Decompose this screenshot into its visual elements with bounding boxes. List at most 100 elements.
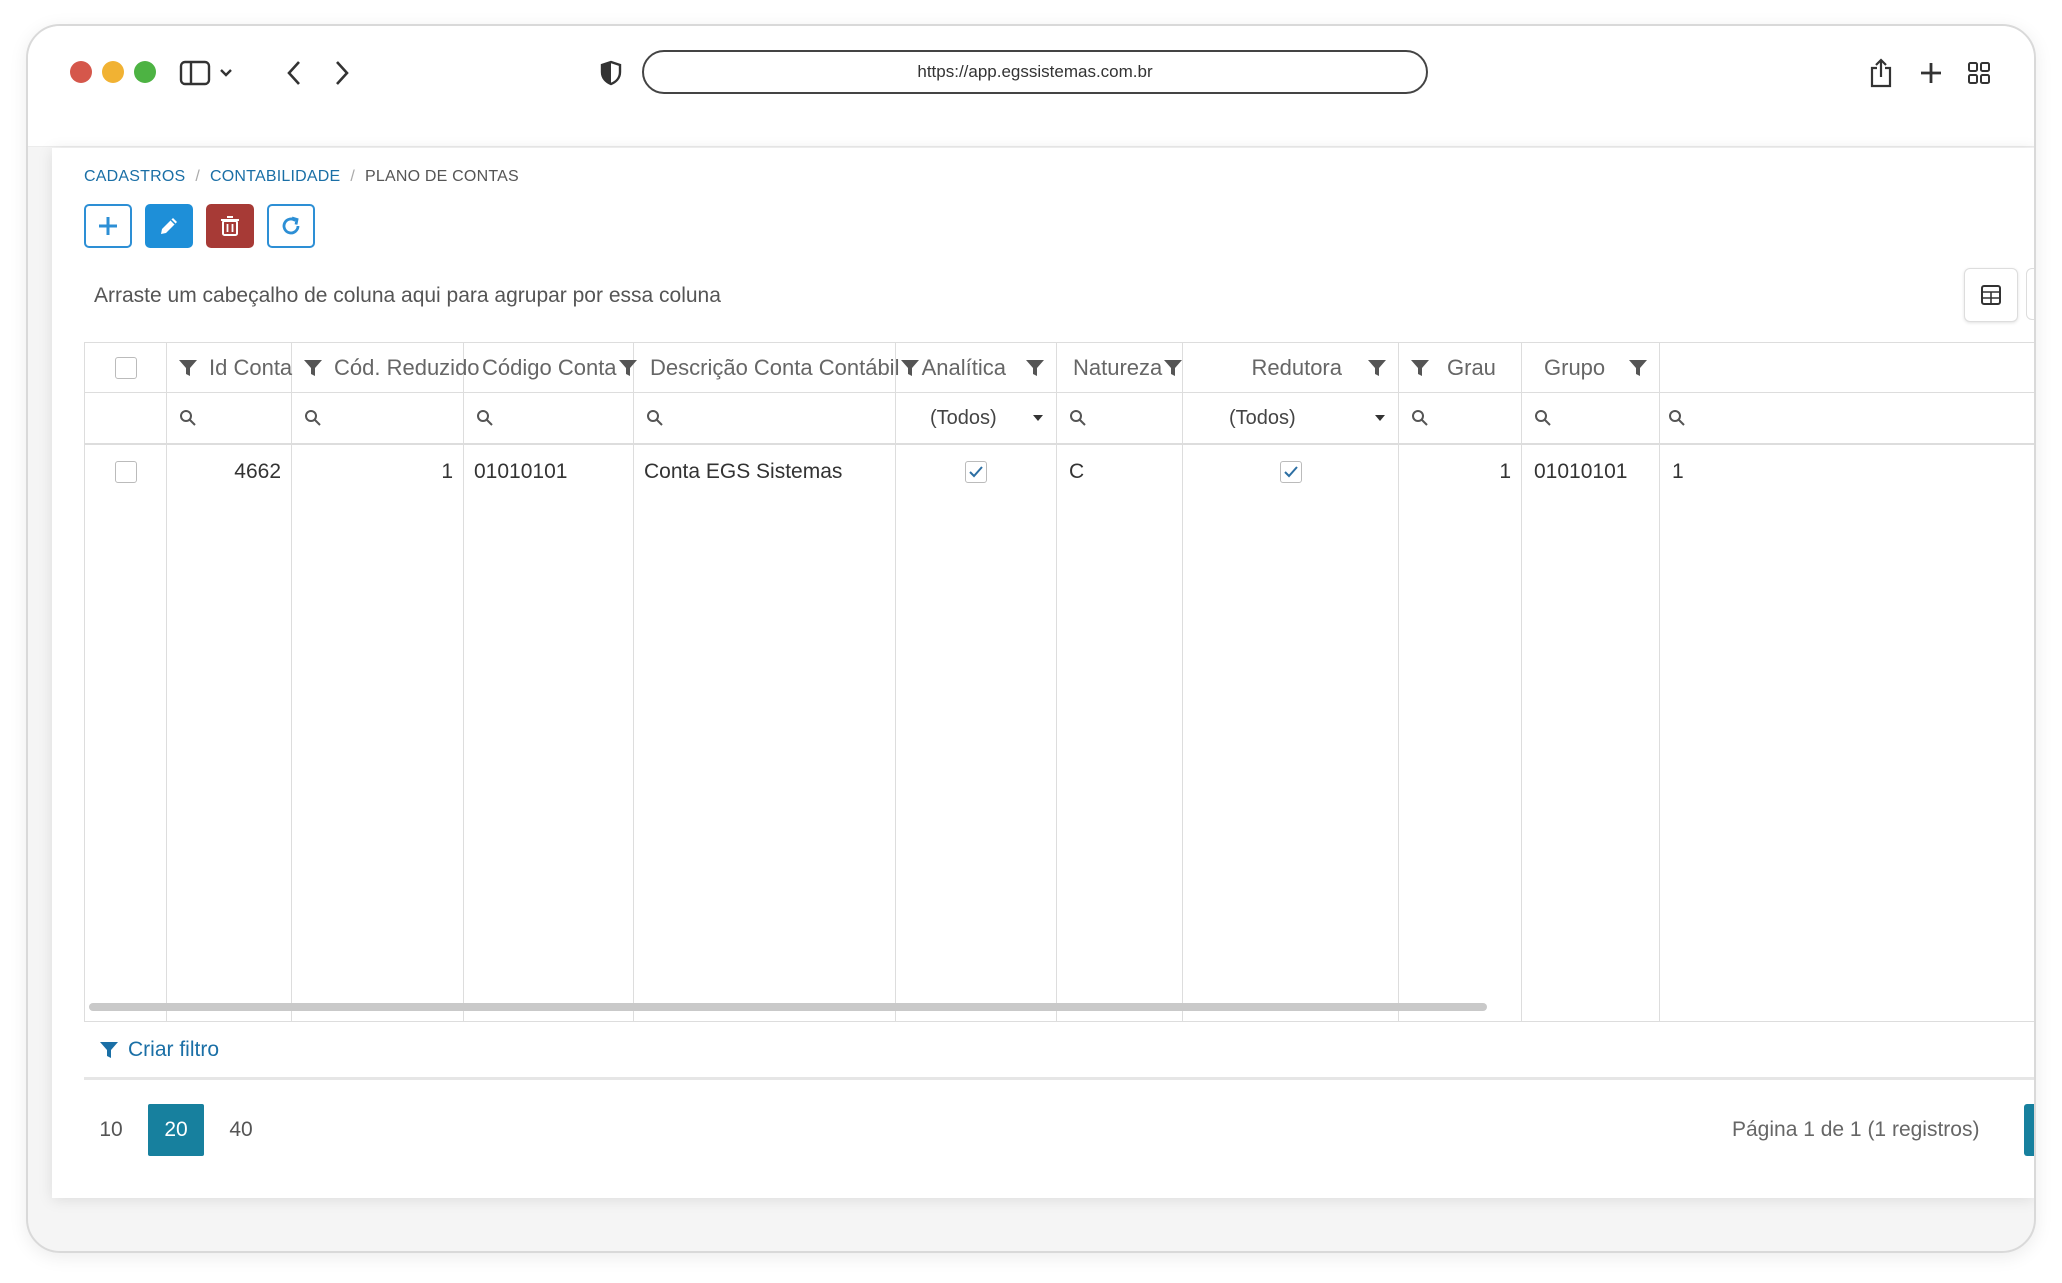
row-select-cell <box>85 445 166 499</box>
filter-next-partial[interactable] <box>1660 393 2034 445</box>
filter-icon[interactable] <box>1409 357 1431 379</box>
header-label: Código Conta <box>482 354 617 380</box>
header-label: Grau <box>1447 354 1496 380</box>
cell-descricao[interactable]: Conta EGS Sistemas <box>634 445 895 499</box>
cell-grau[interactable]: 1 <box>1399 445 1521 499</box>
header-label: Id Conta <box>209 354 293 380</box>
add-button[interactable] <box>84 204 132 248</box>
page-size-20[interactable]: 20 <box>148 1104 204 1156</box>
filter-natureza[interactable] <box>1057 393 1182 445</box>
horizontal-scrollbar[interactable] <box>89 1003 1487 1011</box>
header-label: Redutora <box>1251 354 1342 380</box>
column-natureza: Natureza C <box>1057 343 1183 1021</box>
caret-down-icon <box>1375 415 1385 421</box>
page-content: CADASTROS / CONTABILIDADE / PLANO DE CONTAS … <box>52 148 2034 1198</box>
header-id-conta[interactable]: Id Conta <box>167 343 293 393</box>
breadcrumb-cadastros[interactable]: CADASTROS <box>84 168 185 185</box>
header-redutora[interactable]: Redutora <box>1183 343 1398 393</box>
column-chooser-button[interactable] <box>2026 268 2036 320</box>
url-bar[interactable]: https://app.egssistemas.com.br <box>642 50 1428 94</box>
header-cod-reduzido[interactable]: Cód. Reduzido <box>292 343 480 393</box>
filter-icon[interactable] <box>1627 357 1649 379</box>
filter-grau[interactable] <box>1399 393 1521 445</box>
search-icon <box>1411 409 1429 427</box>
filter-analitica-select[interactable]: (Todos) <box>896 393 1056 445</box>
sidebar-toggle-button[interactable] <box>178 56 238 90</box>
column-id-conta: Id Conta 4662 <box>167 343 292 1021</box>
filter-icon[interactable] <box>1024 357 1046 379</box>
column-next-partial: 1 <box>1660 343 2034 1021</box>
new-tab-button[interactable] <box>1916 56 1946 90</box>
trash-icon <box>221 216 239 236</box>
chevron-left-icon <box>287 61 300 85</box>
tab-overview-button[interactable] <box>1964 56 1994 90</box>
cell-cod-reduzido[interactable]: 1 <box>292 445 463 499</box>
privacy-shield-icon[interactable] <box>598 56 624 90</box>
share-button[interactable] <box>1866 56 1896 90</box>
refresh-button[interactable] <box>267 204 315 248</box>
sidebar-icon <box>179 60 232 86</box>
cell-codigo-conta[interactable]: 01010101 <box>464 445 633 499</box>
filter-builder-bar[interactable]: Criar filtro <box>84 1022 2034 1080</box>
column-codigo-conta: Código Conta 01010101 <box>464 343 637 1021</box>
page-size-40[interactable]: 40 <box>222 1104 260 1156</box>
forward-button[interactable] <box>328 56 356 90</box>
back-button[interactable] <box>280 56 308 90</box>
cell-next-partial[interactable]: 1 <box>1660 445 2034 499</box>
column-cod-reduzido: Cód. Reduzido 1 <box>292 343 480 1021</box>
filter-icon[interactable] <box>1162 357 1184 379</box>
redutora-checkbox[interactable] <box>1279 461 1302 483</box>
page-size-10[interactable]: 10 <box>92 1104 130 1156</box>
close-window-button[interactable] <box>70 61 92 83</box>
header-codigo-conta[interactable]: Código Conta <box>464 343 637 393</box>
select-value: (Todos) <box>930 406 997 429</box>
header-next-partial[interactable] <box>1660 343 2034 393</box>
cell-id-conta[interactable]: 4662 <box>167 445 291 499</box>
maximize-window-button[interactable] <box>134 61 156 83</box>
filter-icon[interactable] <box>177 357 199 379</box>
filter-icon[interactable] <box>1366 357 1388 379</box>
columns-icon <box>2035 283 2036 305</box>
search-icon <box>179 409 197 427</box>
export-excel-button[interactable] <box>1964 268 2018 322</box>
edit-button[interactable] <box>145 204 193 248</box>
filter-descricao[interactable] <box>634 393 895 445</box>
filter-cod-reduzido[interactable] <box>292 393 463 445</box>
column-redutora: Redutora (Todos) <box>1183 343 1399 1021</box>
row-checkbox[interactable] <box>114 461 137 483</box>
filter-grupo[interactable] <box>1522 393 1659 445</box>
filter-icon <box>98 1039 120 1061</box>
minimize-window-button[interactable] <box>102 61 124 83</box>
breadcrumb-separator: / <box>195 168 201 185</box>
filter-id-conta[interactable] <box>167 393 291 445</box>
browser-toolbar: https://app.egssistemas.com.br <box>28 26 2034 147</box>
create-filter-link[interactable]: Criar filtro <box>128 1038 219 1062</box>
search-icon <box>646 409 664 427</box>
page-button-partial[interactable] <box>2024 1104 2034 1156</box>
filter-icon[interactable] <box>302 357 324 379</box>
header-label: Grupo <box>1544 354 1606 380</box>
select-all-checkbox[interactable] <box>114 356 137 379</box>
cell-analitica <box>896 445 1056 499</box>
header-analitica[interactable]: Analítica <box>896 343 1056 393</box>
select-filter-cell <box>85 393 166 445</box>
browser-window: https://app.egssistemas.com.br CADASTROS… <box>26 24 2036 1253</box>
plus-icon <box>1921 63 1941 83</box>
cell-natureza[interactable]: C <box>1057 445 1182 499</box>
group-panel-hint[interactable]: Arraste um cabeçalho de coluna aqui para… <box>94 284 721 308</box>
delete-button[interactable] <box>206 204 254 248</box>
header-natureza[interactable]: Natureza <box>1057 343 1184 393</box>
check-icon <box>1283 466 1298 478</box>
breadcrumb-current: PLANO DE CONTAS <box>365 168 519 185</box>
breadcrumb-contabilidade[interactable]: CONTABILIDADE <box>210 168 340 185</box>
header-grau[interactable]: Grau <box>1399 343 1521 393</box>
header-grupo[interactable]: Grupo <box>1522 343 1659 393</box>
analitica-checkbox[interactable] <box>965 461 987 483</box>
filter-codigo-conta[interactable] <box>464 393 633 445</box>
header-descricao[interactable]: Descrição Conta Contábil <box>634 343 920 393</box>
breadcrumb-separator: / <box>350 168 356 185</box>
cell-grupo[interactable]: 01010101 <box>1522 445 1659 499</box>
column-grau: Grau 1 <box>1399 343 1522 1021</box>
filter-redutora-select[interactable]: (Todos) <box>1183 393 1398 445</box>
select-column <box>85 343 167 1021</box>
